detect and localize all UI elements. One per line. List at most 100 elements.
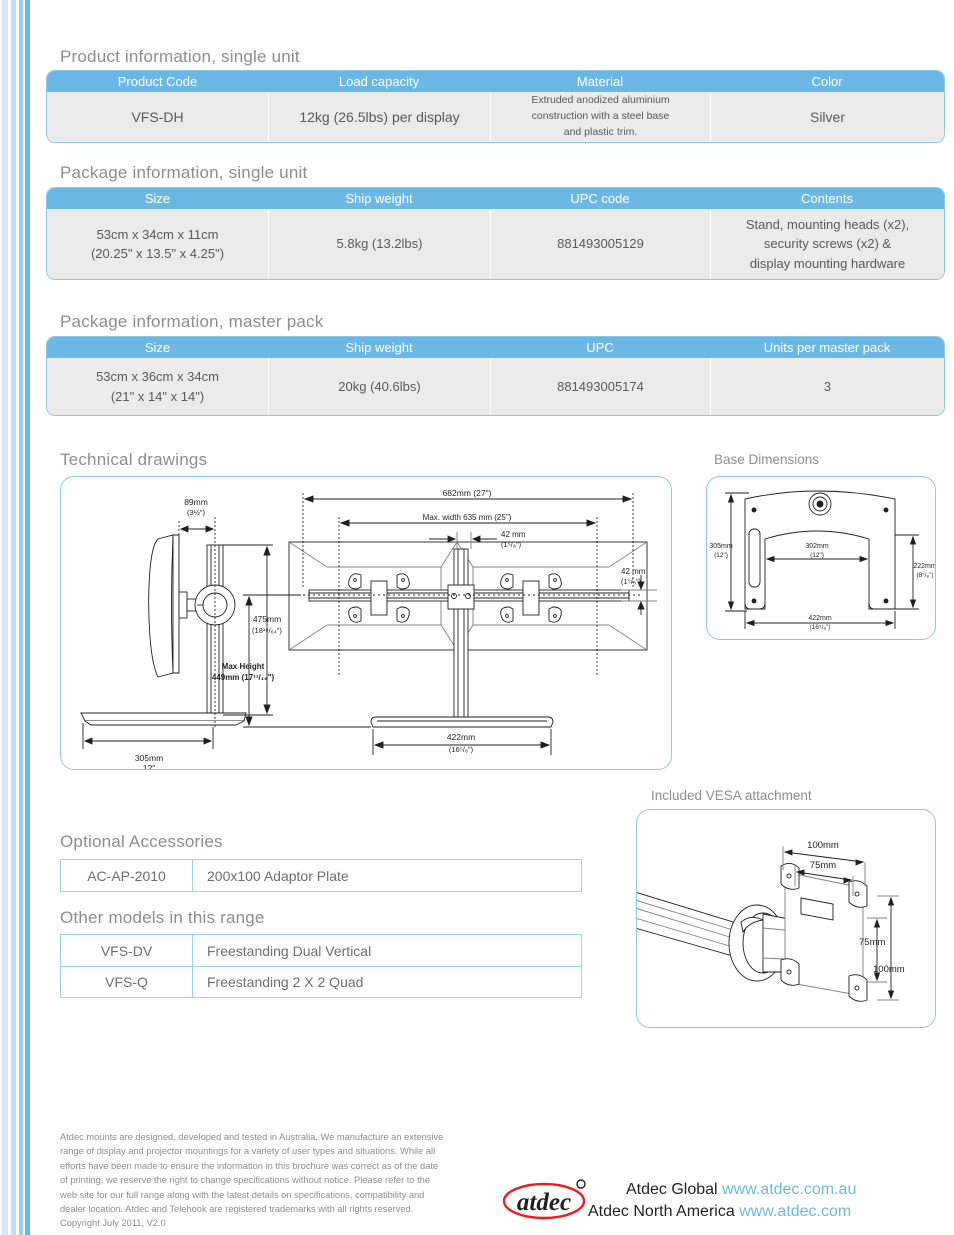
front-max-height-label: 449mm (17¹¹/₁₆") [212,673,275,682]
accessory-description: 200x100 Adaptor Plate [207,867,349,884]
package-master-table: Size Ship weight UPC Units per master pa… [46,336,945,416]
side-base-width-label: 305mm [135,753,163,763]
column-header-contents: Contents [800,191,854,206]
table-header-row: Product Code Load capacity Material Colo… [47,71,944,92]
front-base-width-imperial-label: (16⁵/₈") [449,745,474,754]
cell-color: Silver [710,92,944,142]
size-line-1: 53cm x 34cm x 11cm [96,226,219,242]
legal-line-2: range of display and projector mountings… [60,1146,436,1157]
model-description: Freestanding Dual Vertical [207,942,372,959]
atdec-north-america-line: Atdec North America www.atdec.com [588,1203,851,1221]
table-row: VFS-DH 12kg (26.5lbs) per display Extrud… [47,92,944,142]
front-base-width-label: 422mm [447,732,475,742]
side-height-imperial-label: (18¹⁹/₆₄") [252,626,282,635]
atdec-global-url[interactable]: www.atdec.com.au [722,1181,856,1198]
table-row: VFS-Q Freestanding 2 X 2 Quad [61,966,581,997]
optional-accessories-heading: Optional Accessories [60,832,223,851]
other-models-table: VFS-DV Freestanding Dual Vertical VFS-Q … [60,934,582,998]
front-bar-height-label: 42 mm [621,567,646,576]
cell-ship-weight: 20kg (40.6lbs) [268,358,490,415]
side-depth-label: 89mm [184,497,208,507]
column-header-upc: UPC [586,340,614,355]
column-header-ship-weight: Ship weight [345,191,413,206]
base-dimensions-svg: 305mm (12") 302mm (12") 222mm (8⁷/₈") 42… [709,490,935,631]
technical-drawing-panel: 89mm (3½") 475mm (18¹⁹/₆₄") 305mm 12" 68… [60,476,672,770]
legal-disclaimer: Atdec mounts are designed, developed and… [60,1130,480,1231]
base-inner-width-label: 302mm [805,543,829,550]
vesa-side-100-label: 100mm [873,964,905,975]
product-information-heading: Product information, single unit [60,47,300,66]
column-header-material: Material [576,74,624,89]
legal-line-1: Atdec mounts are designed, developed and… [60,1132,444,1142]
column-header-ship-weight: Ship weight [345,340,413,355]
front-bar-height-imperial-label: (1⁵/₈") [621,577,642,586]
base-dimensions-panel: 305mm (12") 302mm (12") 222mm (8⁷/₈") 42… [706,476,936,640]
legal-line-7: Copyright July 2011, V2.0 [60,1218,166,1229]
table-header-row: Size Ship weight UPC code Contents [47,188,944,209]
optional-accessories-table: AC-AP-2010 200x100 Adaptor Plate [60,859,582,892]
base-width-label: 422mm [808,615,832,622]
size-line-1: 53cm x 36cm x 34cm [96,369,219,384]
cell-material: Extruded anodized aluminium construction… [490,92,710,142]
size-line-2: (21" x 14" x 14") [110,388,205,404]
atdec-global-line: Atdec Global www.atdec.com.au [626,1181,856,1199]
vesa-side-75-label: 75mm [859,937,885,948]
base-width-imperial-label: (16⁵/₈") [809,624,830,631]
model-code: VFS-DV [61,935,193,966]
atdec-na-url[interactable]: www.atdec.com [739,1203,851,1220]
base-leg-depth-imperial-label: (8⁷/₈") [916,572,933,579]
base-depth-label: 305mm [709,543,733,550]
base-depth-imperial-label: (12") [714,552,728,559]
brochure-page: Product information, single unit Product… [0,0,954,1235]
front-max-height-title: Max Height [222,662,265,671]
side-depth-imperial-label: (3½") [187,508,206,517]
package-single-heading: Package information, single unit [60,163,308,182]
edge-stripe-3 [19,0,23,1235]
cell-size: 53cm x 36cm x 34cm (21" x 14" x 14") [47,358,268,415]
legal-line-3: efforts have been made to ensure the inf… [60,1160,439,1171]
vesa-attachment-heading: Included VESA attachment [651,788,812,803]
front-total-width-label: 682mm (27") [443,488,492,498]
table-row: AC-AP-2010 200x100 Adaptor Plate [61,860,581,891]
column-header-size: Size [144,340,171,355]
base-inner-width-imperial-label: (12") [810,552,824,559]
cell-ship-weight: 5.8kg (13.2lbs) [268,209,490,279]
edge-stripe-1 [2,0,8,1235]
base-leg-depth-label: 222mm [913,563,935,570]
other-models-heading: Other models in this range [60,908,265,927]
product-information-table: Product Code Load capacity Material Colo… [46,70,945,143]
column-header-units-per-master-pack: Units per master pack [763,340,891,355]
column-header-color: Color [811,74,843,89]
contents-line-2: security screws (x2) & [763,236,892,252]
vesa-attachment-panel: 100mm 75mm 75mm 100mm [636,809,936,1028]
table-header-row: Size Ship weight UPC Units per master pa… [47,337,944,358]
edge-stripe-4 [25,0,30,1235]
atdec-global-label: Atdec Global [626,1181,718,1198]
column-header-product-code: Product Code [117,74,198,89]
legal-line-6: dealer location. Atdec and Telehook are … [60,1204,414,1215]
base-dimensions-heading: Base Dimensions [714,452,820,467]
material-line-3: and plastic trim. [563,125,638,138]
front-post-width-label: 42 mm [501,530,526,539]
cell-upc: 881493005129 [490,209,710,279]
cell-size: 53cm x 34cm x 11cm (20.25" x 13.5" x 4.2… [47,209,268,279]
material-line-1: Extruded anodized aluminium [531,94,670,107]
model-description: Freestanding 2 X 2 Quad [207,974,364,990]
front-post-width-imperial-label: (1⁵/₈") [501,540,522,549]
legal-line-5: web site for our full range along with t… [60,1189,425,1200]
vesa-attachment-svg: 100mm 75mm 75mm 100mm [637,840,905,1002]
material-line-2: construction with a steel base [531,110,670,123]
column-header-load-capacity: Load capacity [338,74,420,89]
legal-line-4: of printing, we reserve the right to cha… [60,1175,431,1186]
cell-contents: Stand, mounting heads (x2), security scr… [710,209,944,279]
atdec-na-label: Atdec North America [588,1203,735,1220]
table-row: 53cm x 34cm x 11cm (20.25" x 13.5" x 4.2… [47,209,944,279]
contents-line-3: display mounting hardware [749,255,906,271]
front-max-width-label: Max. width 635 mm (25") [423,513,512,522]
side-height-label: 475mm [253,614,281,624]
atdec-logo-text: atdec [517,1189,571,1216]
column-header-size: Size [144,191,171,206]
size-line-2: (20.25" x 13.5" x 4.25") [90,246,225,261]
vesa-top-75-label: 75mm [810,860,836,871]
side-base-width-imperial-label: 12" [143,763,155,769]
